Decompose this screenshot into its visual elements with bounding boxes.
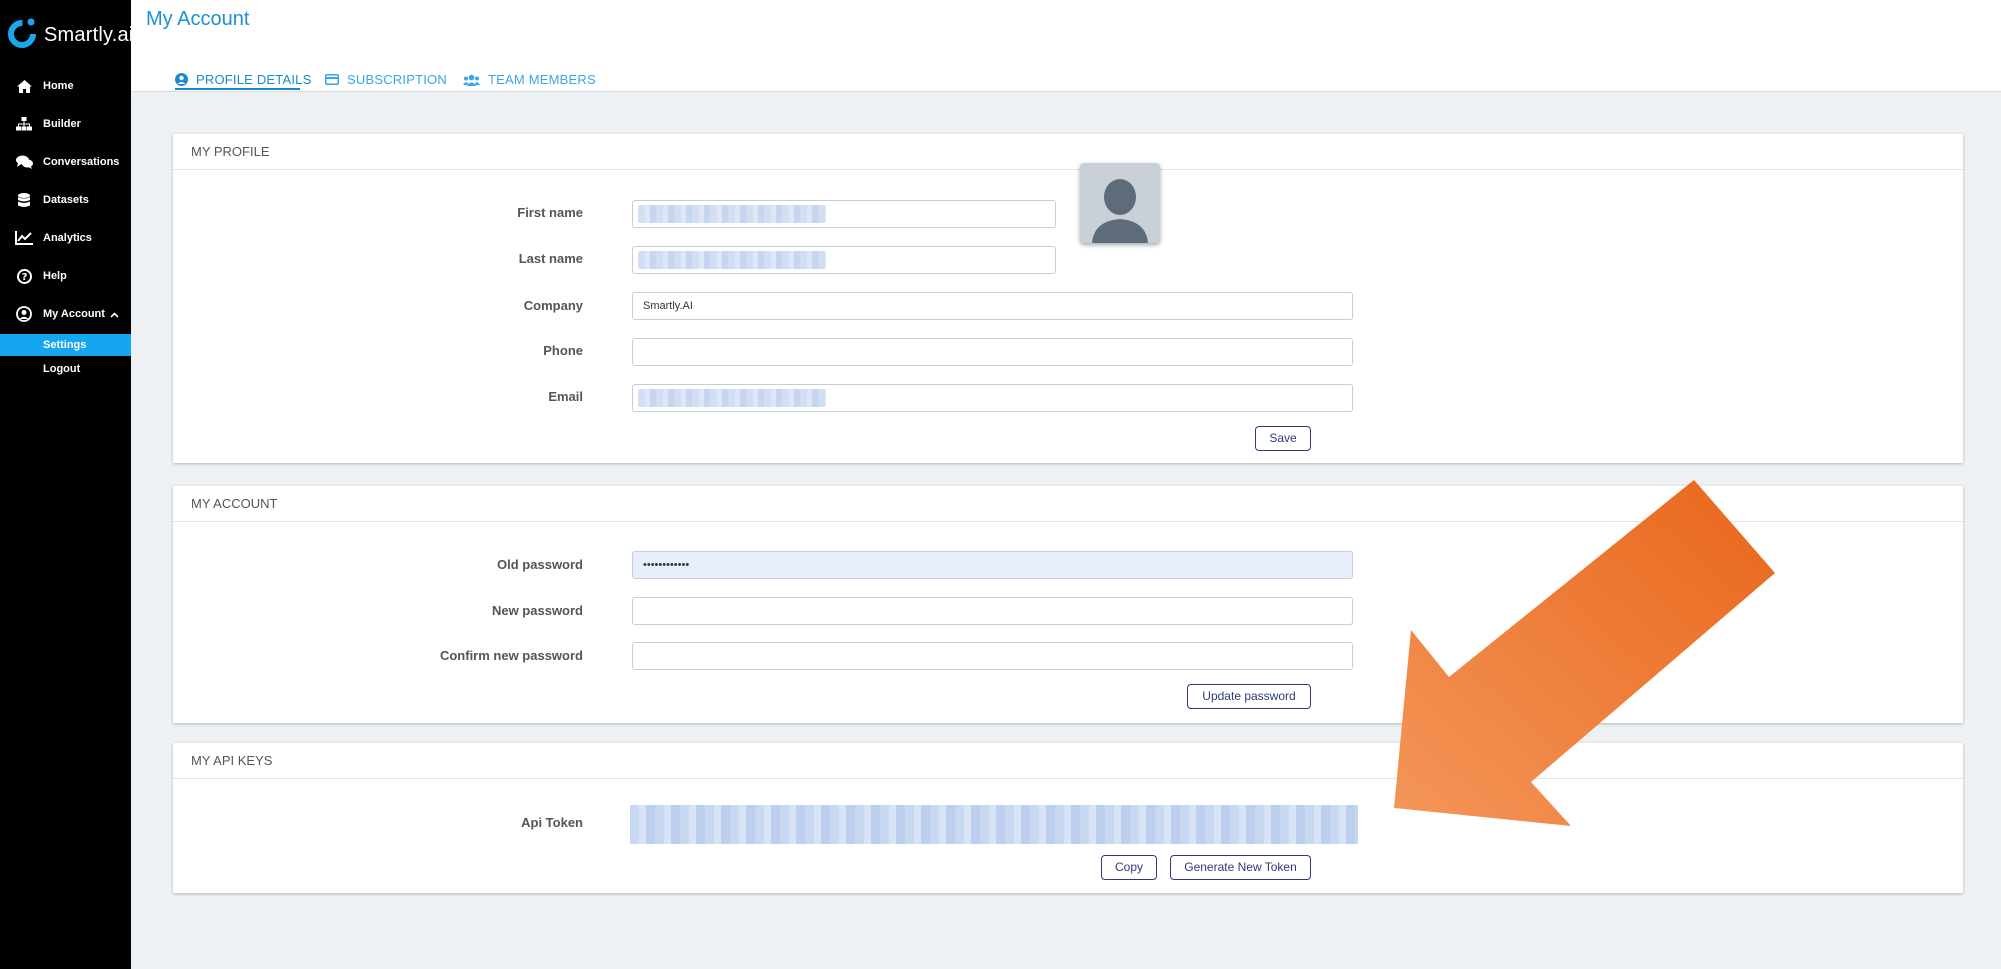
last-name-field[interactable] — [632, 246, 1056, 274]
tab-profile-details[interactable]: PROFILE DETAILS — [175, 72, 311, 87]
company-label: Company — [523, 298, 583, 313]
first-name-field[interactable] — [632, 200, 1056, 228]
api-token-value — [630, 805, 1358, 844]
sidebar-item-conversations[interactable]: Conversations — [0, 144, 131, 180]
new-password-label: New password — [491, 603, 583, 618]
my-profile-card: MY PROFILE First name Last name Company … — [173, 134, 1963, 463]
sidebar-item-label: My Account — [43, 308, 105, 320]
comments-icon — [13, 151, 35, 173]
tab-subscription[interactable]: SUBSCRIPTION — [325, 72, 447, 87]
user-silhouette-icon — [1092, 179, 1148, 243]
sidebar-item-label: Help — [43, 270, 67, 282]
sidebar-item-label: Datasets — [43, 194, 89, 206]
user-circle-icon — [175, 73, 188, 86]
credit-card-icon — [325, 74, 339, 85]
update-password-button[interactable]: Update password — [1187, 684, 1311, 709]
old-password-label: Old password — [497, 557, 583, 572]
confirm-password-field[interactable] — [632, 642, 1353, 670]
sidebar-item-home[interactable]: Home — [0, 68, 131, 104]
sitemap-icon — [13, 113, 35, 135]
sidebar-item-my-account[interactable]: My Account — [0, 296, 131, 332]
page-title: My Account — [146, 8, 250, 30]
chevron-up-icon[interactable] — [110, 309, 119, 321]
redacted-value — [638, 251, 826, 269]
tab-label: SUBSCRIPTION — [347, 72, 447, 87]
save-button[interactable]: Save — [1255, 426, 1311, 451]
home-icon — [13, 75, 35, 97]
first-name-label: First name — [517, 205, 583, 220]
svg-text:?: ? — [21, 272, 27, 283]
sidebar-item-help[interactable]: ? Help — [0, 258, 131, 294]
sidebar-subitem-label: Logout — [43, 363, 81, 375]
users-icon — [463, 74, 480, 86]
generate-new-token-button[interactable]: Generate New Token — [1170, 855, 1311, 880]
confirm-password-label: Confirm new password — [439, 648, 583, 663]
redacted-value — [638, 205, 826, 223]
sidebar-item-analytics[interactable]: Analytics — [0, 220, 131, 256]
new-password-field[interactable] — [632, 597, 1353, 625]
sidebar-item-datasets[interactable]: Datasets — [0, 182, 131, 218]
company-field[interactable]: Smartly.AI — [632, 292, 1353, 320]
redacted-value — [638, 389, 826, 407]
api-token-label: Api Token — [521, 815, 583, 830]
sidebar-item-label: Home — [43, 80, 74, 92]
sidebar-item-builder[interactable]: Builder — [0, 106, 131, 142]
sidebar-subitem-label: Settings — [43, 339, 87, 351]
email-label: Email — [548, 389, 583, 404]
smartly-logo-icon — [6, 16, 38, 55]
tab-label: PROFILE DETAILS — [196, 72, 312, 87]
tab-team-members[interactable]: TEAM MEMBERS — [463, 72, 596, 87]
sidebar-item-label: Conversations — [43, 156, 120, 168]
brand-name: Smartly.ai — [44, 24, 134, 46]
annotation-arrow-icon — [1394, 480, 1775, 826]
database-icon — [13, 189, 35, 211]
sidebar-item-label: Builder — [43, 118, 81, 130]
tab-label: TEAM MEMBERS — [488, 72, 596, 87]
avatar[interactable] — [1080, 163, 1160, 243]
last-name-label: Last name — [518, 251, 583, 266]
card-title: MY PROFILE — [173, 134, 1963, 170]
old-password-field[interactable]: •••••••••••• — [632, 551, 1353, 579]
sidebar: Smartly.ai Home Builder Conversations Da… — [0, 0, 133, 969]
active-tab-indicator — [175, 88, 300, 90]
sidebar-subitem-settings[interactable]: Settings — [0, 334, 131, 356]
sidebar-item-label: Analytics — [43, 232, 92, 244]
sidebar-subitem-logout[interactable]: Logout — [0, 358, 131, 380]
user-circle-icon — [13, 303, 35, 325]
chart-line-icon — [13, 227, 35, 249]
header: My Account PROFILE DETAILS SUBSCRIPTION … — [131, 0, 2001, 92]
copy-button[interactable]: Copy — [1101, 855, 1157, 880]
phone-field[interactable] — [632, 338, 1353, 366]
question-circle-icon: ? — [13, 265, 35, 287]
email-field[interactable] — [632, 384, 1353, 412]
brand[interactable]: Smartly.ai — [6, 16, 133, 55]
phone-label: Phone — [543, 343, 583, 358]
